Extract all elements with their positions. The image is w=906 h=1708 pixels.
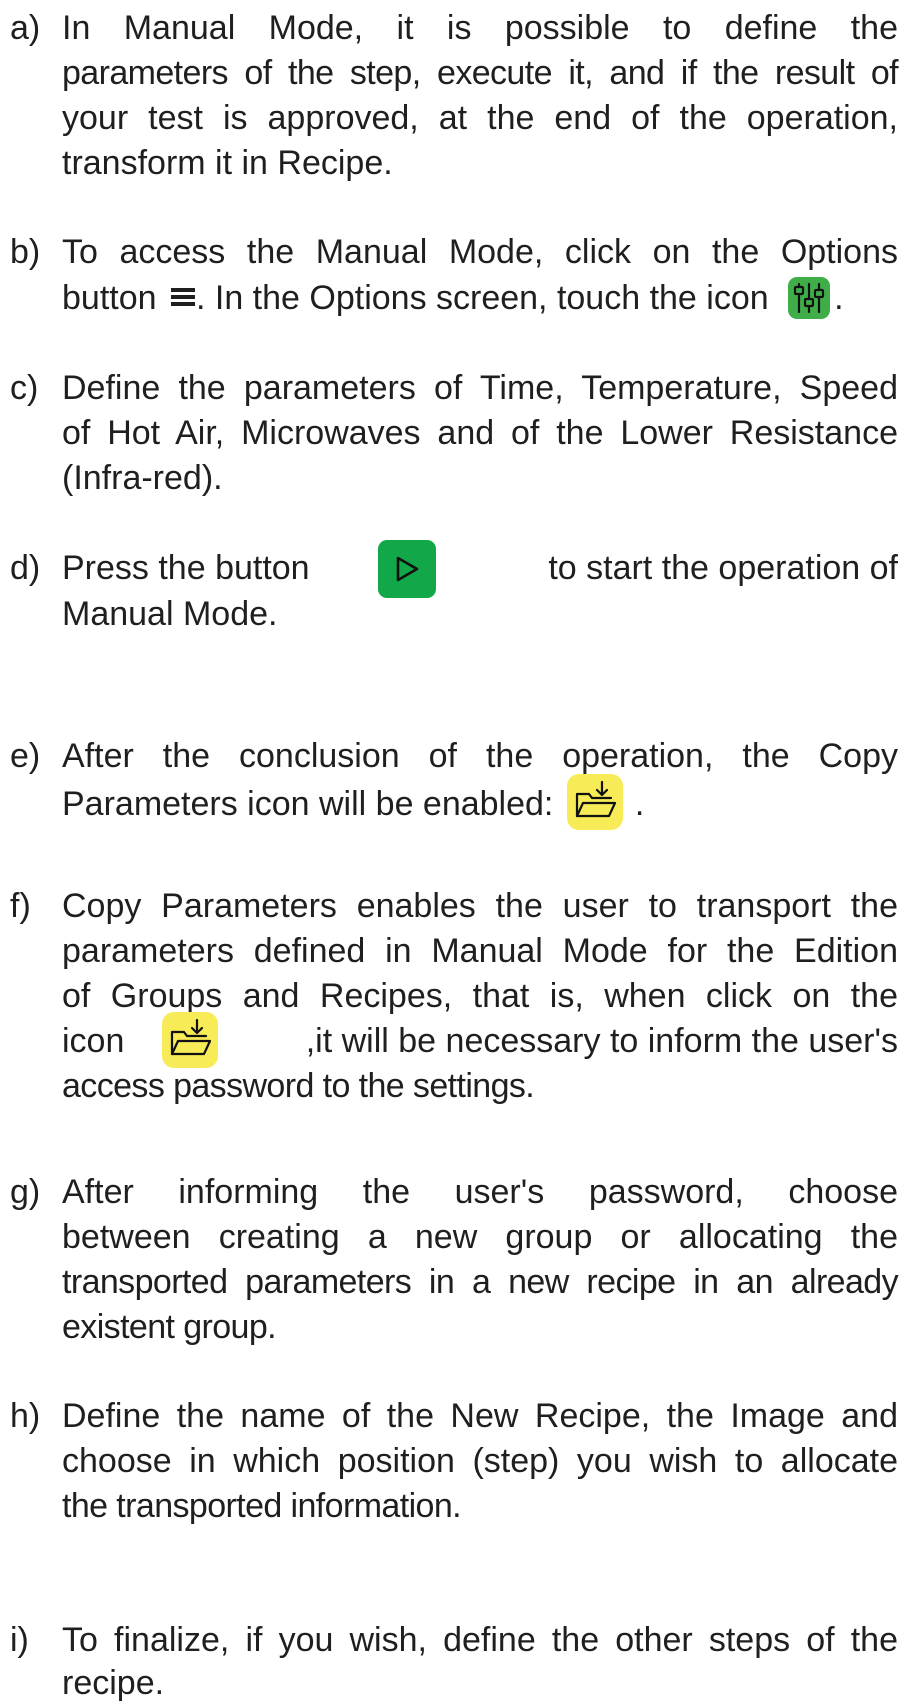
item-text: . [634,784,645,823]
item-marker: c) [10,369,39,407]
item-marker: b) [10,233,41,271]
item-line: (Infra-red). [62,459,223,497]
item-marker: g) [10,1173,41,1211]
item-line: Parameters icon will be enabled: . [62,774,898,830]
item-line: Manual Mode. [62,595,278,633]
item-text: icon [62,1022,125,1060]
item-line: of Hot Air, Microwaves and of the Lower … [62,414,898,452]
item-marker: e) [10,737,41,775]
item-line: Copy Parameters enables the user to tran… [62,887,898,925]
sliders-icon [788,277,831,320]
item-line: the transported information. [62,1487,462,1525]
item-marker: i) [10,1621,29,1659]
item-marker: h) [10,1397,41,1435]
item-marker: a) [10,9,41,47]
item-line: access password to the settings. [62,1067,535,1105]
item-line: choose in which position (step) you wish… [62,1442,898,1480]
item-line: transported parameters in a new recipe i… [62,1263,899,1301]
item-line: After informing the user's password, cho… [62,1173,898,1211]
item-line: parameters of the step, execute it, and … [62,54,899,92]
item-text: Parameters icon will be enabled: [62,784,554,823]
item-line: To access the Manual Mode, click on the … [62,233,898,271]
menu-icon [170,286,196,308]
item-marker: f) [10,887,31,925]
item-line: To finalize, if you wish, define the oth… [62,1621,898,1659]
folder-download-icon [162,1012,218,1068]
item-line: your test is approved, at the end of the… [62,99,898,137]
item-line: In Manual Mode, it is possible to define… [62,9,898,47]
item-line: transform it in Recipe. [62,144,393,182]
folder-download-icon [566,774,623,830]
item-line: existent group. [62,1308,277,1346]
item-line: between creating a new group or allocati… [62,1218,898,1256]
item-line: Define the parameters of Time, Temperatu… [62,369,898,407]
item-line: parameters defined in Manual Mode for th… [62,932,898,970]
item-text: button [62,279,157,317]
item-text: Press the button [62,549,310,587]
item-line: recipe. [62,1664,165,1702]
item-marker: d) [10,549,41,587]
item-text: . [834,279,844,317]
item-line: Define the name of the New Recipe, the I… [62,1397,898,1435]
item-line: ,it will be necessary to inform the user… [305,1022,898,1060]
item-text: . In the Options screen, touch the icon [195,279,769,317]
item-line: After the conclusion of the operation, t… [62,737,898,775]
item-line: button . In the Options screen, touch th… [62,274,898,323]
item-line: to start the operation of [548,549,898,587]
